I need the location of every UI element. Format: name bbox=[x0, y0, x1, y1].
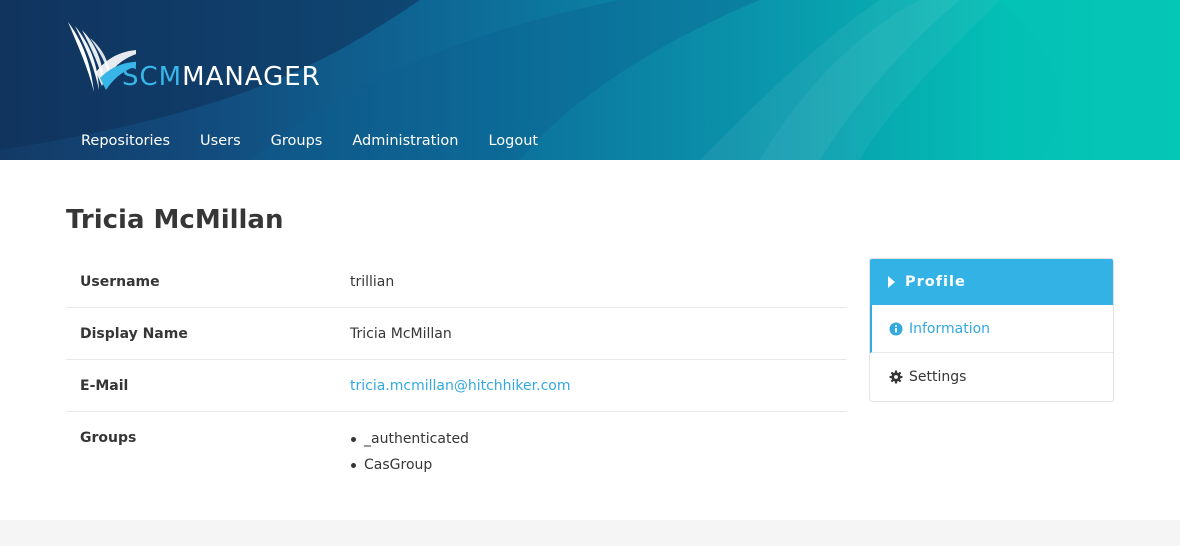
nav-groups[interactable]: Groups bbox=[256, 124, 338, 158]
display-name-row: Display Name Tricia McMillan bbox=[66, 308, 847, 360]
side-menu-header[interactable]: Profile bbox=[870, 259, 1113, 305]
info-circle-icon bbox=[889, 322, 903, 335]
username-row: Username trillian bbox=[66, 256, 847, 308]
side-menu-item-label: Settings bbox=[909, 369, 967, 385]
nav-repositories[interactable]: Repositories bbox=[66, 124, 185, 158]
group-list: _authenticated CasGroup bbox=[350, 426, 469, 478]
nav-administration[interactable]: Administration bbox=[337, 124, 473, 158]
display-name-value: Tricia McMillan bbox=[350, 326, 452, 342]
email-row: E-Mail tricia.mcmillan@hitchhiker.com bbox=[66, 360, 847, 412]
gear-icon bbox=[889, 370, 903, 384]
page-title: Tricia McMillan bbox=[66, 205, 284, 235]
email-label: E-Mail bbox=[80, 378, 129, 394]
email-value: tricia.mcmillan@hitchhiker.com bbox=[350, 374, 570, 398]
main-content: Tricia McMillan Username trillian Displa… bbox=[0, 160, 1180, 520]
logo-manager: MANAGER bbox=[182, 62, 321, 92]
side-menu: Profile Information Settings bbox=[869, 258, 1114, 402]
nav-logout[interactable]: Logout bbox=[473, 124, 553, 158]
group-item: _authenticated bbox=[350, 426, 469, 452]
page-footer bbox=[0, 520, 1180, 546]
user-details-table: Username trillian Display Name Tricia Mc… bbox=[66, 256, 847, 491]
username-label: Username bbox=[80, 274, 160, 290]
side-menu-header-label: Profile bbox=[905, 274, 966, 290]
scm-manager-logo[interactable]: SCMMANAGER bbox=[66, 20, 366, 94]
username-value: trillian bbox=[350, 274, 395, 290]
page-header: SCMMANAGER Repositories Users Groups Adm… bbox=[0, 0, 1180, 160]
logo-text: SCMMANAGER bbox=[122, 60, 321, 94]
main-nav: Repositories Users Groups Administration… bbox=[66, 124, 553, 158]
groups-row: Groups _authenticated CasGroup bbox=[66, 412, 847, 491]
groups-value: _authenticated CasGroup bbox=[350, 426, 469, 478]
display-name-label: Display Name bbox=[80, 326, 188, 342]
side-menu-item-information[interactable]: Information bbox=[870, 305, 1113, 353]
logo-scm: SCM bbox=[122, 62, 183, 92]
nav-users[interactable]: Users bbox=[185, 124, 256, 158]
groups-label: Groups bbox=[80, 430, 137, 446]
side-menu-item-label: Information bbox=[909, 320, 991, 337]
side-menu-item-settings[interactable]: Settings bbox=[870, 353, 1113, 401]
group-item: CasGroup bbox=[350, 452, 469, 478]
caret-right-icon bbox=[888, 276, 895, 288]
email-link[interactable]: tricia.mcmillan@hitchhiker.com bbox=[350, 378, 570, 394]
